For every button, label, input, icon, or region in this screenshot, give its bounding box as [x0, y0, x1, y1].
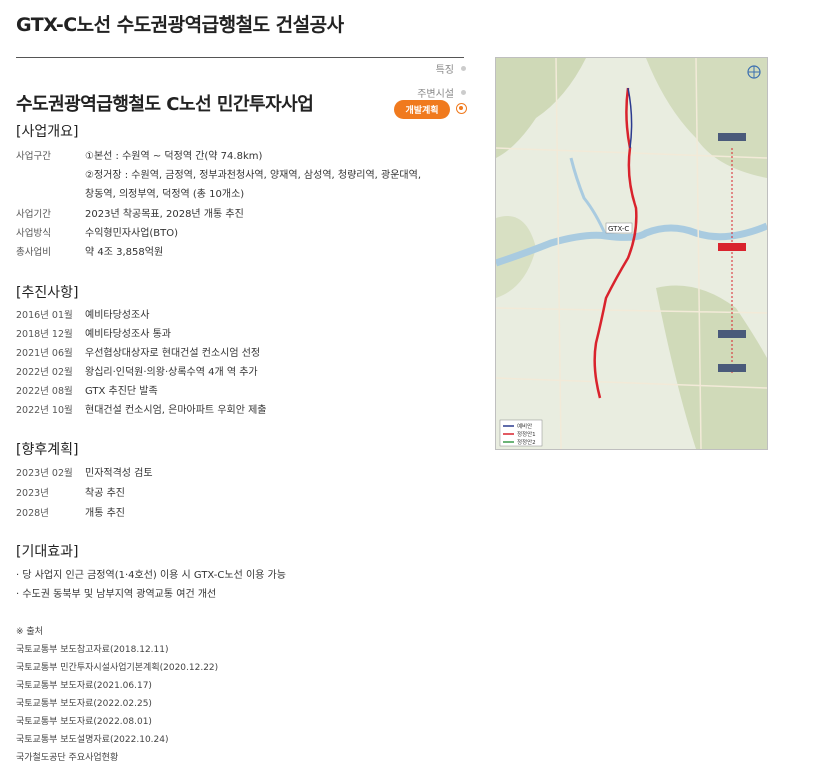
side-nav: 특징 주변시설 — [400, 56, 466, 104]
row-text: 왕십리·인덕원·의왕·상록수역 4개 역 추가 — [85, 367, 258, 378]
row-date: 2023년 — [16, 488, 49, 499]
row-date: 2023년 02월 — [16, 468, 73, 479]
row-value: 약 4조 3,858억원 — [85, 247, 164, 258]
source-item: 국토교통부 보도참고자료(2018.12.11) — [16, 645, 169, 655]
source-item: 국토교통부 보도자료(2021.06.17) — [16, 681, 152, 691]
title-divider — [16, 57, 464, 58]
source-item: 국토교통부 보도자료(2022.08.01) — [16, 717, 152, 727]
row-text: 개통 추진 — [85, 508, 125, 519]
gtx-c-map-label: GTX-C — [608, 225, 629, 233]
row-key: 사업기간 — [16, 209, 51, 220]
page-title: GTX-C노선 수도권광역급행철도 건설공사 — [16, 14, 344, 36]
progress-heading: [추진사항] — [16, 285, 79, 301]
row-text: 예비타당성조사 통과 — [85, 329, 171, 340]
side-link-features[interactable]: 특징 — [400, 56, 466, 80]
row-text: 착공 추진 — [85, 488, 125, 499]
legend-label: 정정안2 — [517, 439, 536, 446]
effect-item: · 수도권 동북부 및 남부지역 광역교통 여건 개선 — [16, 589, 217, 600]
map-callout — [718, 243, 746, 251]
row-text: 현대건설 컨소시엄, 은마아파트 우회안 제출 — [85, 405, 267, 416]
row-value: 수익형민자사업(BTO) — [85, 228, 179, 239]
row-key: 총사업비 — [16, 247, 51, 258]
bullet-icon — [461, 65, 466, 71]
row-date: 2016년 01월 — [16, 310, 73, 321]
row-key: 사업방식 — [16, 228, 51, 239]
source-item: 국토교통부 보도자료(2022.02.25) — [16, 699, 152, 709]
row-text: 예비타당성조사 — [85, 310, 150, 321]
row-value: 2023년 착공목표, 2028년 개통 추진 — [85, 209, 244, 220]
map-callout — [718, 133, 746, 141]
source-item: 국토교통부 보도설명자료(2022.10.24) — [16, 735, 169, 745]
route-map-graphic: GTX-C 예비안 정정안1 정정안2 — [496, 58, 767, 449]
sources-heading: ※ 출처 — [16, 627, 43, 637]
map-callout — [718, 364, 746, 372]
row-date: 2018년 12월 — [16, 329, 73, 340]
legend-label: 예비안 — [517, 422, 532, 430]
row-value: ①본선 : 수원역 ~ 덕정역 간(약 74.8km) — [85, 151, 263, 162]
row-value: 창동역, 의정부역, 덕정역 (총 10개소) — [85, 189, 245, 200]
row-text: 우선협상대상자로 현대건설 컨소시엄 선정 — [85, 348, 261, 359]
map-callout — [718, 330, 746, 338]
radio-indicator-icon[interactable] — [456, 103, 467, 114]
row-key: 사업구간 — [16, 151, 51, 162]
dev-plan-button[interactable]: 개발계획 — [394, 100, 450, 119]
effects-heading: [기대효과] — [16, 544, 79, 560]
effect-item: · 당 사업지 인근 금정역(1·4호선) 이용 시 GTX-C노선 이용 가능 — [16, 570, 286, 581]
row-text: 민자적격성 검토 — [85, 468, 153, 479]
row-date: 2028년 — [16, 508, 49, 519]
row-date: 2022년 10월 — [16, 405, 73, 416]
row-date: 2022년 02월 — [16, 367, 73, 378]
row-date: 2022년 08월 — [16, 386, 73, 397]
route-map: GTX-C 예비안 정정안1 정정안2 — [495, 57, 768, 450]
source-item: 국가철도공단 주요사업현황 — [16, 753, 119, 763]
row-date: 2021년 06월 — [16, 348, 73, 359]
future-heading: [향후계획] — [16, 442, 79, 458]
source-item: 국토교통부 민간투자시설사업기본계획(2020.12.22) — [16, 663, 219, 673]
side-link-label: 특징 — [435, 64, 454, 76]
legend-label: 정정안1 — [517, 431, 536, 438]
row-text: GTX 추진단 발족 — [85, 386, 158, 397]
row-value: ②정거장 : 수원역, 금정역, 정부과천청사역, 양재역, 삼성역, 청량리역… — [85, 170, 422, 181]
overview-heading: [사업개요] — [16, 124, 79, 140]
project-title: 수도권광역급행철도 C노선 민간투자사업 — [16, 94, 314, 115]
bullet-icon — [461, 89, 466, 95]
side-link-label: 주변시설 — [417, 88, 454, 100]
